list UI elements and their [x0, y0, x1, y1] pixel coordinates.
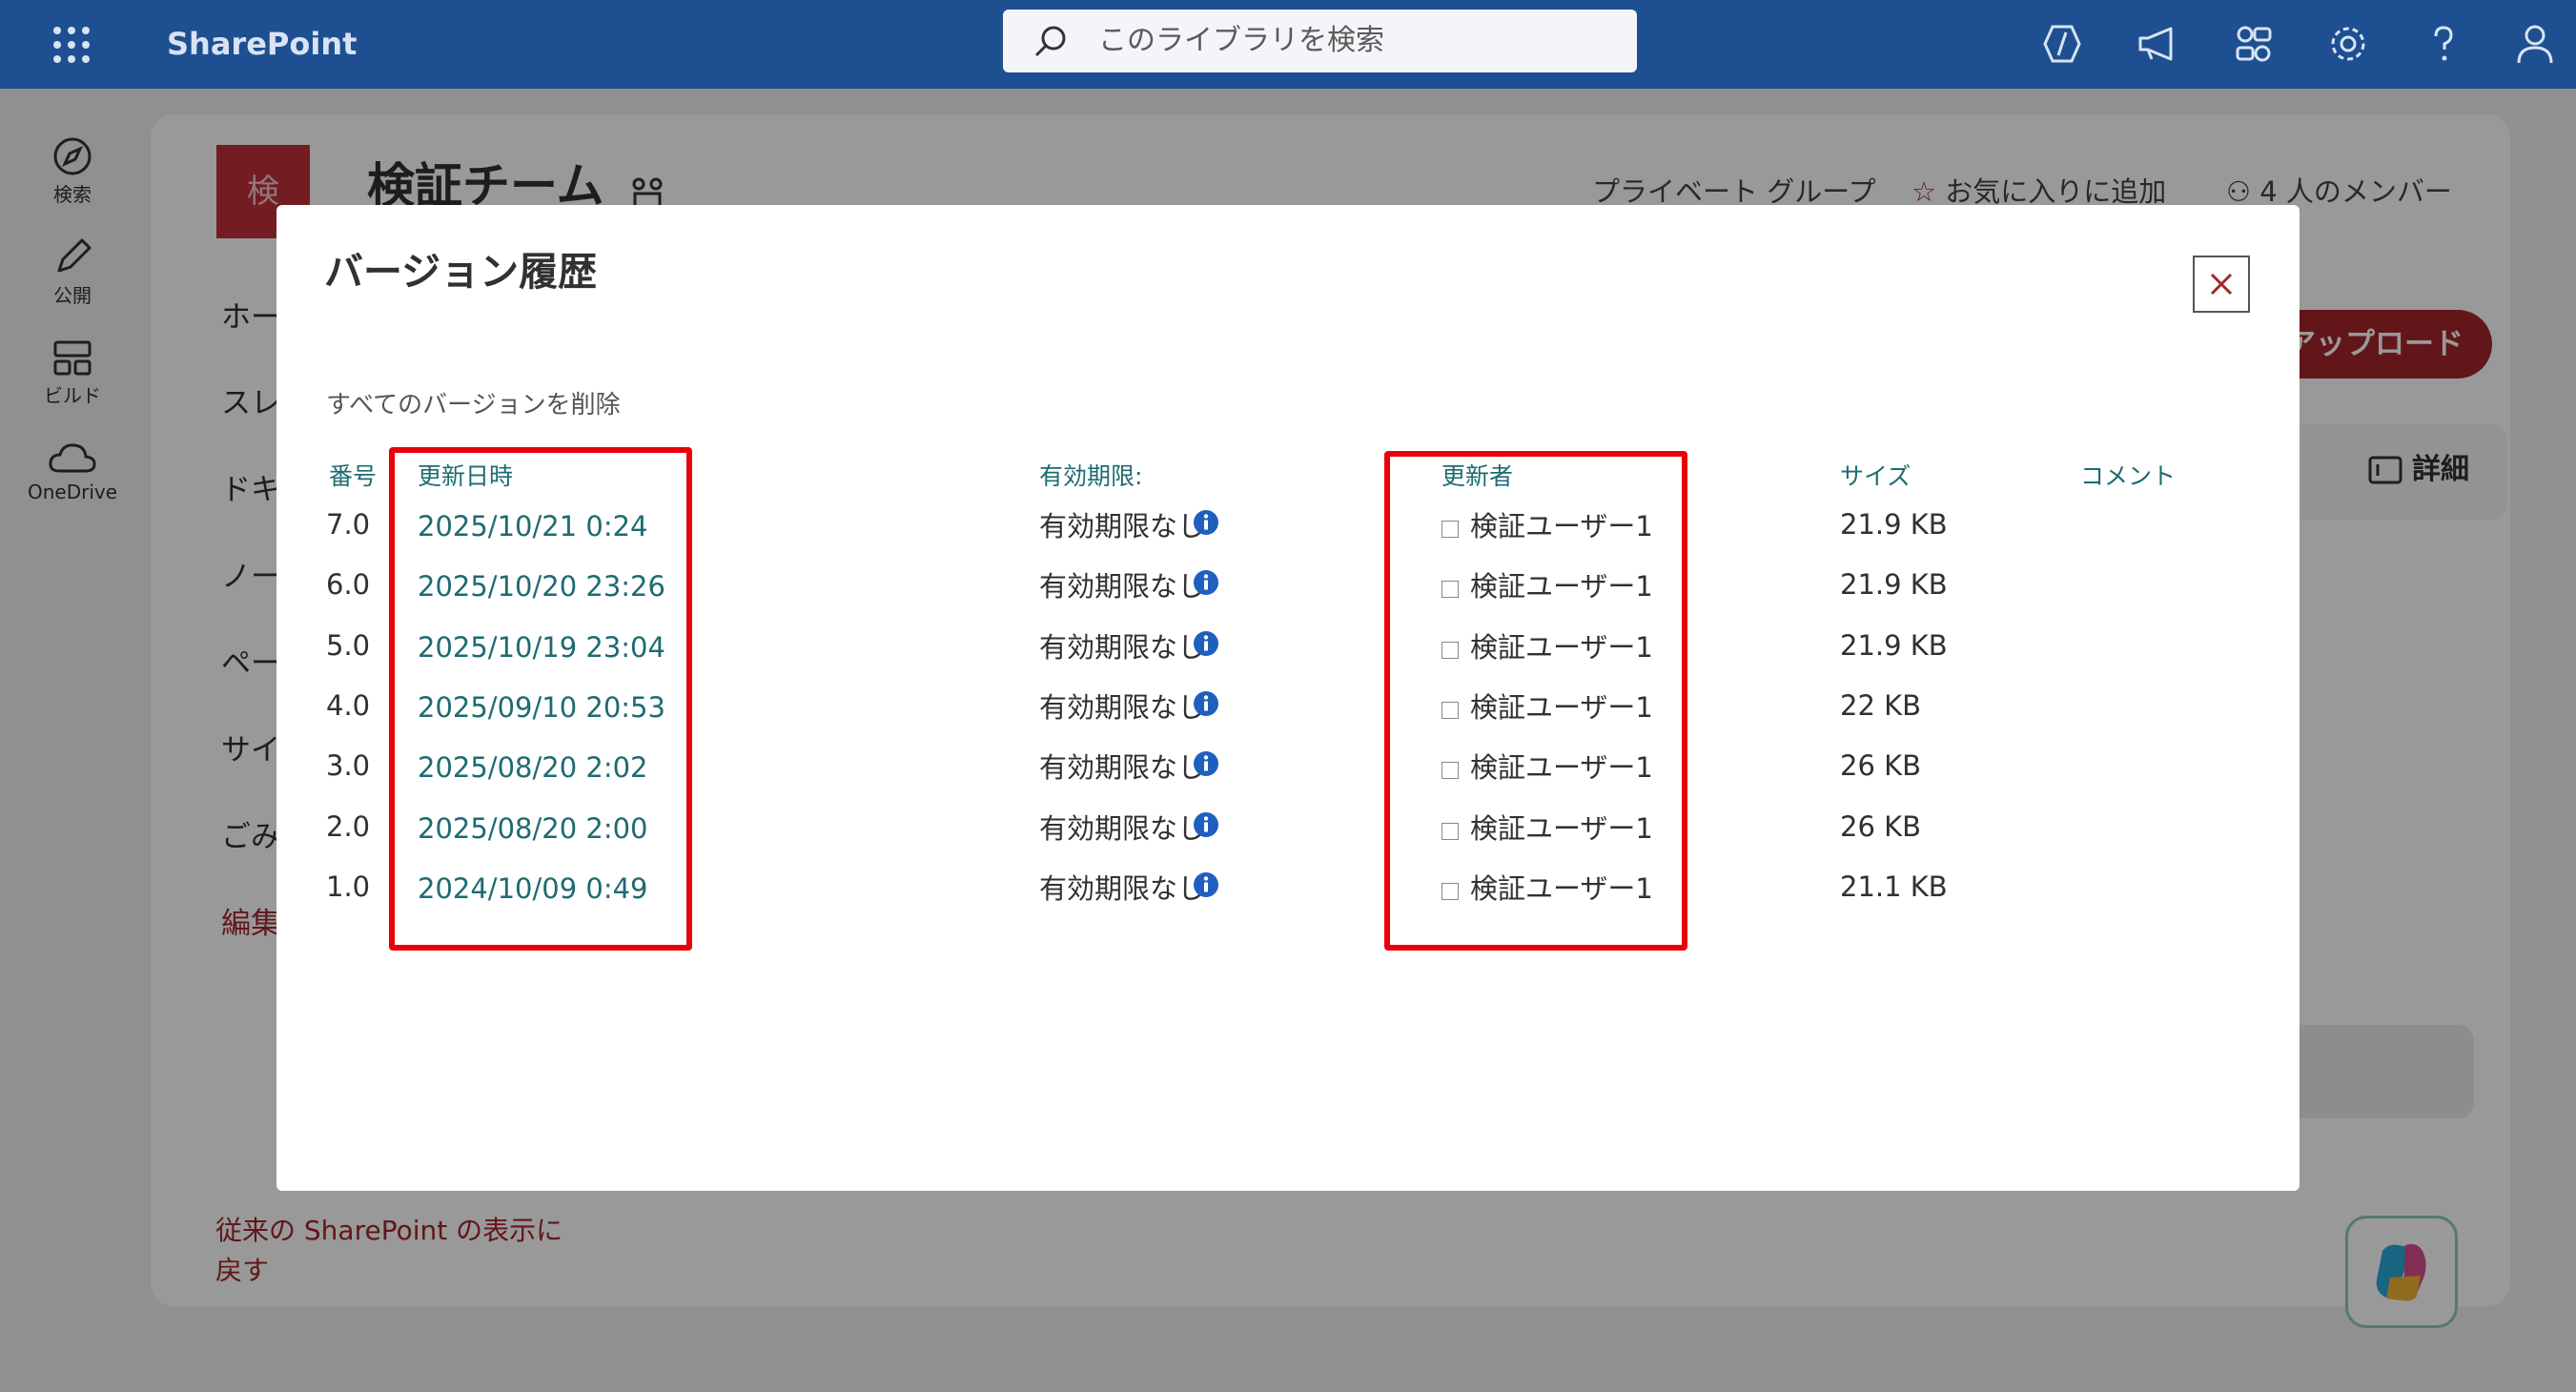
expiration-text: 有効期限なし [1039, 631, 1206, 664]
expiration-text: 有効期限なし [1039, 872, 1206, 905]
highlight-box-modified-by-column [1384, 451, 1687, 951]
file-size: 21.9 KB [1840, 508, 1948, 541]
delete-all-versions-link[interactable]: すべてのバージョンを削除 [326, 386, 621, 424]
column-header-expires[interactable]: 有効期限: [1039, 460, 1142, 494]
column-header-number[interactable]: 番号 [329, 460, 377, 494]
share-network-icon[interactable] [2228, 19, 2278, 69]
expiration-text: 有効期限なし [1039, 510, 1206, 542]
file-size: 21.9 KB [1840, 629, 1948, 662]
expiration-text: 有効期限なし [1039, 812, 1206, 845]
search-icon [1032, 23, 1070, 61]
info-icon[interactable] [1192, 749, 1220, 778]
info-icon[interactable] [1192, 508, 1220, 537]
settings-icon[interactable] [2323, 19, 2373, 69]
version-number: 1.0 [326, 870, 371, 903]
file-size: 22 KB [1840, 689, 1922, 722]
file-size: 21.1 KB [1840, 870, 1948, 903]
search-box[interactable]: このライブラリを検索 [1003, 10, 1637, 72]
version-number: 3.0 [326, 749, 371, 782]
brand-name[interactable]: SharePoint [167, 21, 357, 67]
suite-bar: SharePoint このライブラリを検索 [0, 0, 2576, 89]
expiration-text: 有効期限なし [1039, 570, 1206, 603]
info-icon[interactable] [1192, 810, 1220, 839]
version-number: 7.0 [326, 508, 371, 541]
version-number: 6.0 [326, 568, 371, 601]
close-button[interactable] [2193, 256, 2250, 313]
version-history-dialog: バージョン履歴 すべてのバージョンを削除 番号 更新日時 有効期限: 更新者 サ… [276, 205, 2300, 1191]
info-icon[interactable] [1192, 629, 1220, 658]
version-number: 5.0 [326, 629, 371, 662]
copilot-icon[interactable] [2037, 19, 2087, 69]
close-icon [2210, 273, 2233, 296]
help-icon[interactable] [2419, 19, 2468, 69]
column-header-size[interactable]: サイズ [1840, 460, 1911, 494]
info-icon[interactable] [1192, 689, 1220, 718]
megaphone-icon[interactable] [2133, 19, 2182, 69]
file-size: 21.9 KB [1840, 568, 1948, 601]
info-icon[interactable] [1192, 870, 1220, 899]
column-header-comment[interactable]: コメント [2080, 460, 2176, 494]
app-launcher-icon[interactable] [48, 21, 95, 69]
highlight-box-modified-column [389, 447, 692, 951]
version-number: 4.0 [326, 689, 371, 722]
version-number: 2.0 [326, 810, 371, 843]
expiration-text: 有効期限なし [1039, 691, 1206, 724]
search-placeholder: このライブラリを検索 [1098, 24, 1384, 57]
file-size: 26 KB [1840, 749, 1922, 782]
info-icon[interactable] [1192, 568, 1220, 597]
dialog-title: バージョン履歴 [324, 249, 598, 295]
account-icon[interactable] [2510, 19, 2560, 69]
expiration-text: 有効期限なし [1039, 751, 1206, 784]
file-size: 26 KB [1840, 810, 1922, 843]
